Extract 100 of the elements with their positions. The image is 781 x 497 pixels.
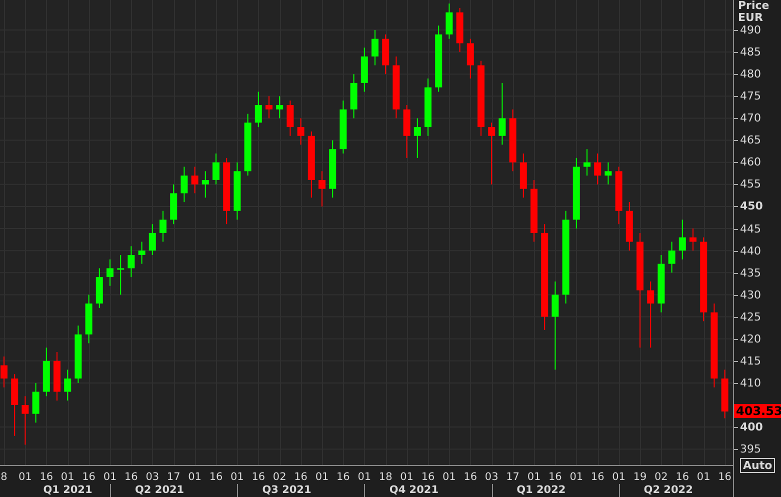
candle	[74, 325, 82, 384]
candle	[212, 153, 220, 185]
candle	[456, 7, 464, 53]
candle	[191, 166, 198, 194]
axis-label: 420	[740, 332, 761, 346]
candle	[678, 219, 686, 260]
axis-label: 16	[676, 471, 690, 483]
candle	[138, 241, 146, 264]
axis-label: 430	[740, 288, 761, 302]
candle	[42, 347, 50, 397]
axis-label: 01	[612, 471, 626, 483]
axis-label: 16	[464, 471, 478, 483]
axis-label: 01	[60, 471, 74, 483]
candle	[626, 202, 633, 252]
candle	[594, 153, 602, 185]
axis-label: 16	[252, 471, 266, 483]
axis-title: Price	[738, 0, 770, 12]
axis-label: 465	[740, 134, 761, 147]
axis-label: 16	[40, 471, 54, 483]
candle	[170, 184, 178, 225]
candle	[276, 96, 284, 119]
candle	[446, 3, 453, 40]
candle	[329, 140, 336, 198]
axis-label: 480	[740, 68, 761, 81]
axis-label: 450	[740, 200, 763, 213]
axis-label: 400	[740, 420, 763, 434]
candle	[286, 100, 294, 136]
candle	[202, 170, 209, 198]
candle	[488, 122, 496, 185]
axis-label: 01	[527, 471, 541, 483]
axis-label: 17	[166, 471, 180, 483]
candle	[584, 148, 590, 176]
candle	[22, 396, 29, 446]
candle	[392, 56, 400, 119]
axis-label: 16	[548, 471, 562, 483]
axis-label: 01	[442, 471, 456, 483]
candle	[509, 108, 516, 172]
quarter-label: Q2 2022	[618, 484, 733, 497]
axis-label: 455	[740, 178, 761, 191]
candle	[85, 294, 92, 344]
last-price-label: 403.53	[734, 404, 781, 418]
axis-label: 410	[740, 376, 761, 390]
axis-label: 475	[740, 90, 761, 103]
candle	[520, 153, 527, 198]
candle	[266, 96, 272, 119]
quarter-label: Q1 2022	[492, 484, 619, 497]
candle	[604, 162, 612, 185]
auto-button[interactable]: Auto	[740, 458, 776, 473]
quarter-label: Q3 2021	[237, 484, 364, 497]
candle	[498, 82, 506, 146]
axis-label: 16	[421, 471, 435, 483]
candle	[54, 352, 60, 402]
candle	[0, 356, 8, 388]
candle	[350, 74, 358, 119]
candle	[128, 246, 135, 278]
candle	[382, 34, 390, 75]
axis-label: 01	[18, 471, 32, 483]
candle	[106, 258, 114, 286]
candle	[690, 228, 696, 252]
quarter-label: Q1 2021	[42, 484, 94, 497]
quarter-label: Q2 2021	[110, 484, 238, 497]
axis-label: 470	[740, 112, 761, 125]
axis-label: 01	[400, 471, 414, 483]
axis-label: 01	[188, 471, 202, 483]
currency-label: EUR	[738, 11, 763, 24]
candle	[647, 280, 654, 348]
axis-label: 440	[740, 244, 761, 258]
axis-label: 435	[740, 266, 761, 280]
axis-label: 16	[590, 471, 604, 483]
candle	[117, 254, 124, 296]
candle	[340, 100, 347, 154]
candle	[721, 369, 728, 419]
candle	[64, 369, 72, 402]
candle	[32, 382, 40, 424]
candle	[318, 170, 326, 207]
axis-label: 16	[336, 471, 350, 483]
axis-label: 16	[124, 471, 138, 483]
axis-label: 01	[230, 471, 244, 483]
axis-label: 16	[718, 471, 732, 483]
axis-label: 16	[209, 471, 223, 483]
axis-label: 8	[0, 471, 8, 483]
axis-label: 01	[570, 471, 584, 483]
axis-label: 415	[740, 354, 761, 368]
candle	[308, 130, 315, 198]
candle	[668, 241, 676, 274]
candle	[372, 30, 378, 66]
candle	[244, 113, 252, 176]
axis-label: 03	[146, 471, 160, 483]
candle	[360, 47, 368, 92]
axis-label: 02	[654, 471, 668, 483]
axis-label: 460	[740, 156, 761, 169]
candle	[297, 118, 304, 146]
candle	[435, 25, 442, 92]
axis-label: 03	[484, 471, 498, 483]
candle	[414, 118, 421, 158]
quarter-label: Q4 2021	[364, 484, 492, 497]
axis-label: 425	[740, 310, 761, 324]
candle	[466, 38, 474, 80]
candle	[530, 180, 538, 242]
candle	[148, 224, 156, 256]
